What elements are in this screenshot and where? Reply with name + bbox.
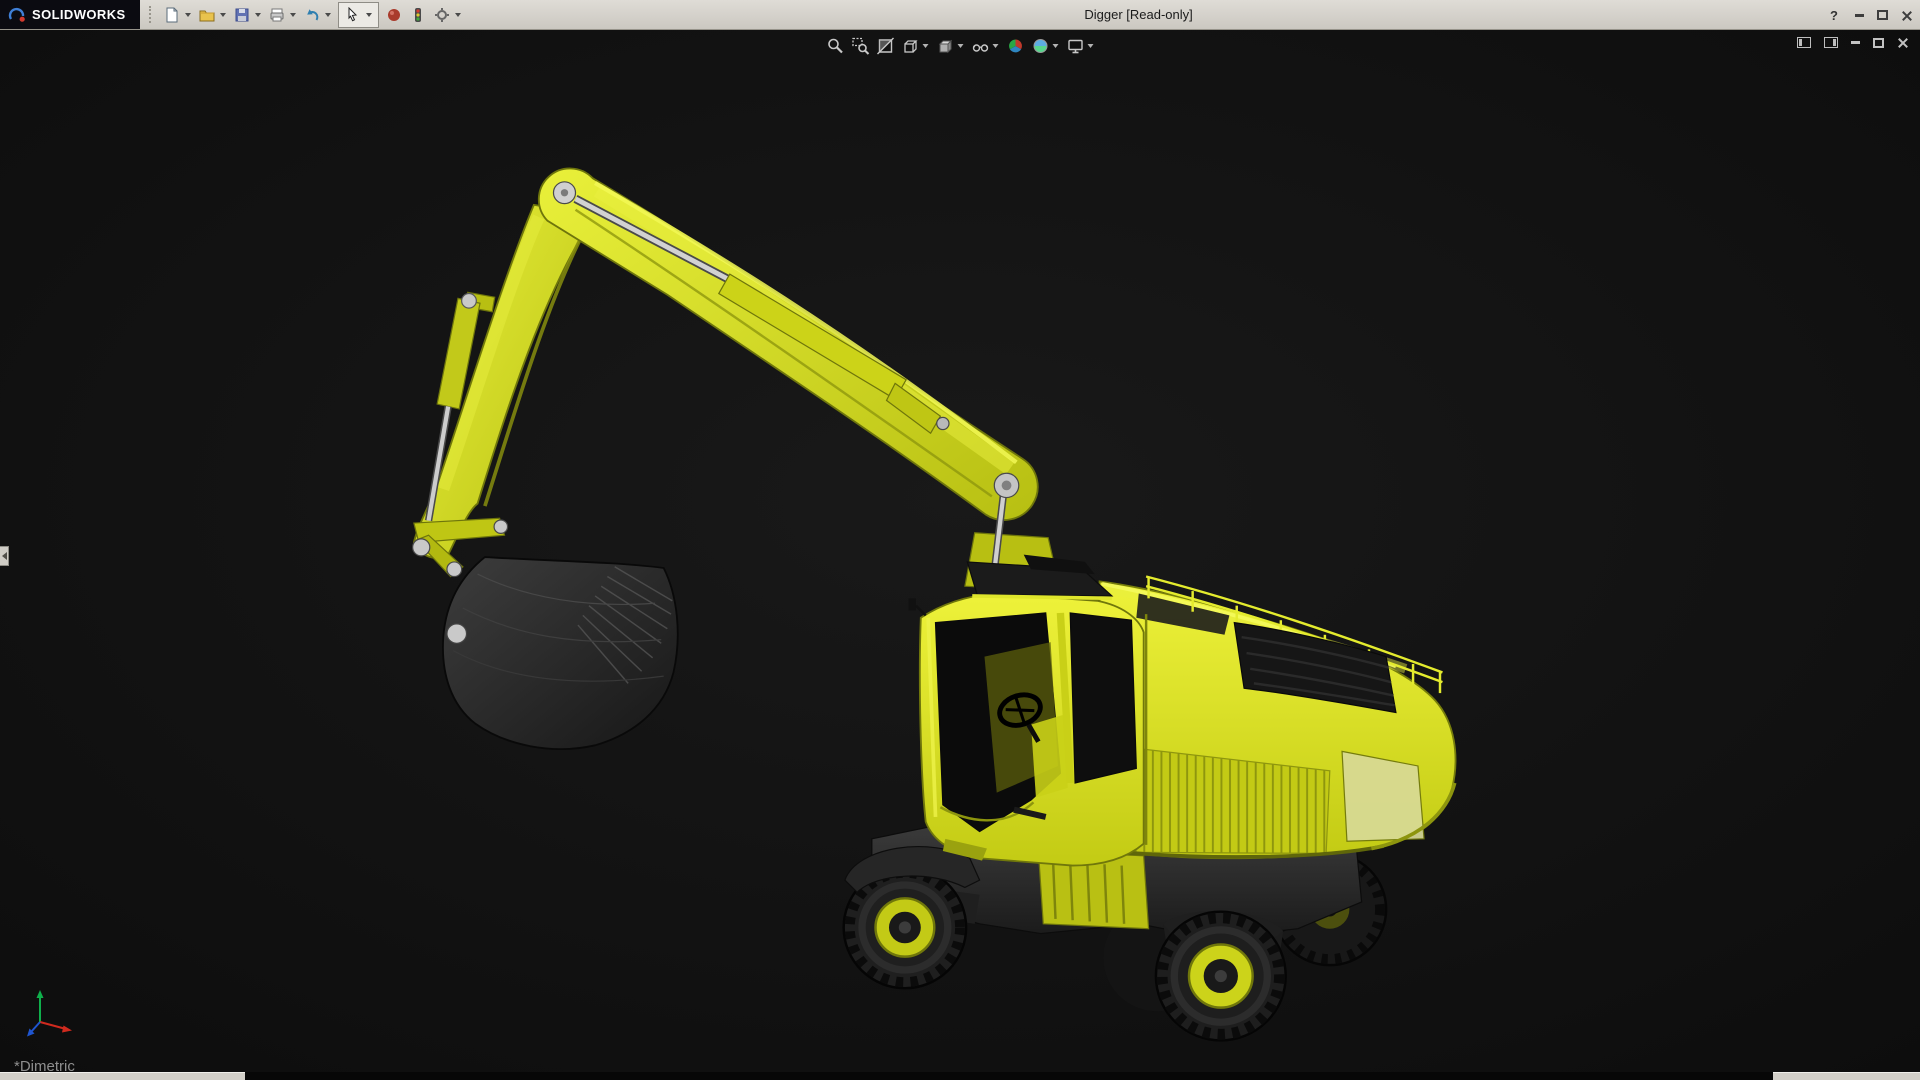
mirror <box>908 598 916 611</box>
rebuild-button[interactable] <box>406 3 430 27</box>
save-button[interactable] <box>230 3 254 27</box>
view-orientation-dropdown[interactable] <box>922 43 929 48</box>
undo-button[interactable] <box>300 3 324 27</box>
graphics-area[interactable] <box>0 30 1920 1072</box>
document-window-controls <box>1797 37 1908 48</box>
close-button[interactable] <box>1901 10 1912 21</box>
status-strip-left <box>0 1072 245 1080</box>
undo-icon <box>307 8 319 21</box>
triad-y-axis <box>36 990 44 1022</box>
undo-dropdown[interactable] <box>325 12 331 17</box>
graphics-viewport: *Dimetric <box>0 30 1920 1072</box>
open-button[interactable] <box>195 3 219 27</box>
zoom-to-area-icon <box>851 37 869 55</box>
brand-wordmark: SOLIDWORKS <box>32 7 126 22</box>
print-dropdown[interactable] <box>290 12 296 17</box>
edit-appearance-icon <box>1008 39 1022 52</box>
new-document-dropdown[interactable] <box>185 12 191 17</box>
open-dropdown[interactable] <box>220 12 226 17</box>
hide-show-items-dropdown[interactable] <box>992 43 999 48</box>
document-restore-button[interactable] <box>1873 37 1884 48</box>
zoom-to-fit-icon <box>827 38 843 53</box>
new-document-icon <box>166 7 178 22</box>
display-style-icon <box>938 39 952 53</box>
view-settings-dropdown[interactable] <box>1087 43 1094 48</box>
solidworks-logo: SOLIDWORKS <box>0 0 140 29</box>
status-strip <box>0 1072 1920 1080</box>
view-settings-icon <box>1067 39 1083 53</box>
print-button[interactable] <box>265 3 289 27</box>
apply-scene-icon <box>1033 38 1047 53</box>
edit-appearance-button[interactable] <box>1003 34 1028 57</box>
rebuild-icon <box>415 7 421 22</box>
open-folder-icon <box>199 10 215 21</box>
status-strip-right <box>1773 1072 1920 1080</box>
display-pane-toggle[interactable] <box>1824 37 1838 48</box>
status-strip-middle <box>245 1072 1773 1080</box>
view-orientation-button[interactable] <box>898 34 923 57</box>
feature-pane-toggle[interactable] <box>1797 37 1811 48</box>
select-dropdown[interactable] <box>366 12 372 17</box>
view-settings-button[interactable] <box>1063 34 1088 57</box>
3ds-logo-icon <box>8 7 25 22</box>
print-icon <box>270 8 284 21</box>
window-title: Digger [Read-only] <box>1084 7 1193 22</box>
window-controls: ? <box>1826 0 1912 30</box>
hide-show-items-button[interactable] <box>968 34 993 57</box>
select-tool-group <box>338 1 379 28</box>
new-document-button[interactable] <box>160 3 184 27</box>
display-style-dropdown[interactable] <box>957 43 964 48</box>
edit-color-button[interactable] <box>382 3 406 27</box>
document-close-button[interactable] <box>1897 37 1908 48</box>
rear-window <box>1341 750 1425 842</box>
triad-z-axis <box>27 1021 41 1037</box>
toolbar-drag-handle[interactable] <box>149 6 153 23</box>
options-gear-icon <box>435 7 449 22</box>
document-minimize-button[interactable] <box>1851 41 1860 44</box>
view-orientation-icon <box>903 39 918 53</box>
minimize-button[interactable] <box>1855 13 1864 17</box>
display-style-button[interactable] <box>933 34 958 57</box>
save-icon <box>235 8 249 21</box>
orientation-triad <box>27 990 72 1037</box>
side-window <box>1069 612 1137 784</box>
select-button[interactable] <box>341 3 365 27</box>
hide-show-items-icon <box>972 43 988 52</box>
title-bar: SOLIDWORKS Digger [Read-only] ? <box>0 0 1920 30</box>
application-window: SOLIDWORKS Digger [Read-only] ? *Dimetri… <box>0 0 1920 1080</box>
apply-scene-dropdown[interactable] <box>1052 43 1059 48</box>
triad-x-axis <box>39 1021 72 1033</box>
operator-seat <box>1031 714 1068 798</box>
maximize-button[interactable] <box>1877 10 1888 20</box>
heads-up-view-toolbar <box>823 34 1098 57</box>
zoom-to-area-button[interactable] <box>848 34 873 57</box>
bucket <box>442 556 679 750</box>
options-button[interactable] <box>430 3 454 27</box>
select-cursor-icon <box>348 6 358 21</box>
section-view-button[interactable] <box>873 34 898 57</box>
feature-manager-collapsed-tab[interactable] <box>0 546 9 566</box>
standard-toolbar <box>160 1 465 28</box>
edit-color-icon <box>388 8 400 21</box>
options-dropdown[interactable] <box>455 12 461 17</box>
apply-scene-button[interactable] <box>1028 34 1053 57</box>
save-dropdown[interactable] <box>255 12 261 17</box>
zoom-to-fit-button[interactable] <box>823 34 848 57</box>
front-right-wheel <box>1154 910 1287 1042</box>
section-view-icon <box>876 37 894 54</box>
help-button[interactable]: ? <box>1826 8 1842 23</box>
view-orientation-label: *Dimetric <box>14 1058 75 1072</box>
